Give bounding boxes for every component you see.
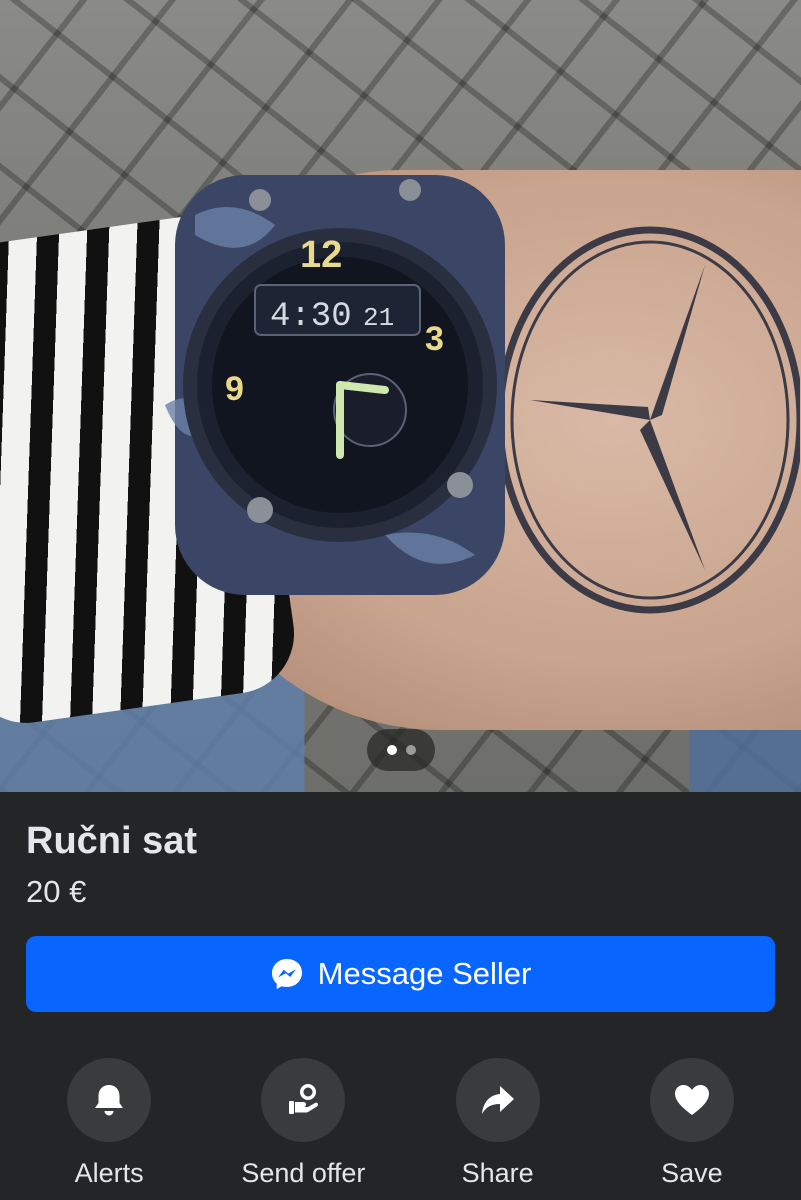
svg-text:4:30: 4:30 [270,298,352,336]
pager-dot-active[interactable] [386,745,397,755]
message-seller-button[interactable]: Message Seller [26,936,775,1012]
svg-text:3: 3 [425,320,444,358]
svg-text:21: 21 [363,303,394,333]
share-arrow-icon [481,1086,514,1114]
heart-icon [674,1085,709,1115]
message-seller-label: Message Seller [317,956,532,991]
bell-icon [95,1085,124,1116]
listing-photo[interactable]: 4:30 21 12 9 3 [0,0,801,792]
save-button[interactable]: Save [607,1058,777,1189]
alerts-circle[interactable] [67,1058,152,1142]
offer-hand-icon [289,1084,319,1114]
listing-price: 20 € [26,874,87,909]
send-offer-button[interactable]: Send offer [218,1058,388,1189]
listing-info: Ručni sat 20 € [0,792,801,910]
alerts-label: Alerts [74,1158,144,1188]
share-label: Share [461,1158,534,1188]
messenger-icon [271,959,302,989]
action-bar: Alerts Send offer Share Save [0,1058,801,1189]
svg-text:12: 12 [300,234,342,276]
send-offer-circle[interactable] [261,1058,346,1142]
listing-title: Ručni sat [26,820,198,862]
share-circle[interactable] [455,1058,540,1142]
save-label: Save [661,1158,723,1188]
svg-text:9: 9 [225,370,244,408]
alerts-button[interactable]: Alerts [24,1058,194,1189]
pager-dot[interactable] [405,745,416,755]
send-offer-label: Send offer [241,1158,366,1188]
gallery-pager[interactable] [367,729,435,771]
share-button[interactable]: Share [413,1058,583,1189]
save-circle[interactable] [649,1058,734,1142]
photo-watch: 4:30 21 12 9 3 [165,175,505,595]
